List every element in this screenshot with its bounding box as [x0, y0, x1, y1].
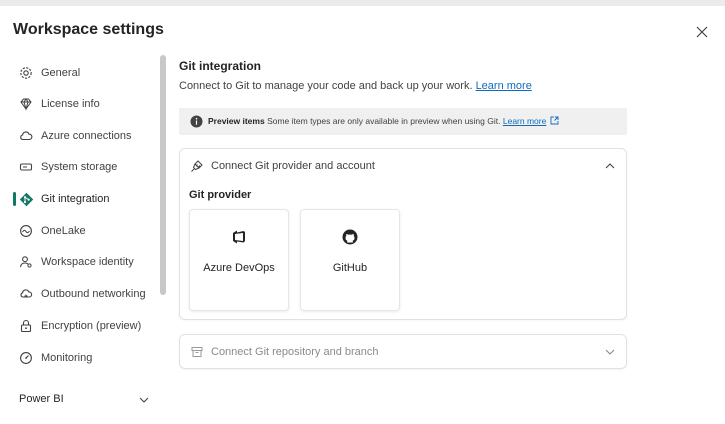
section-label: Power BI [19, 393, 64, 405]
settings-sidebar: General License info Azure connections S… [0, 55, 168, 424]
sidebar-item-label: License info [41, 98, 100, 110]
repository-icon [191, 347, 203, 357]
sidebar-item-label: System storage [41, 161, 118, 173]
power-bi-section-toggle[interactable]: Power BI [0, 388, 160, 414]
sidebar-item-label: Git integration [41, 193, 110, 205]
connect-repository-title: Connect Git repository and branch [211, 346, 379, 358]
top-bar [0, 0, 725, 6]
section-heading: Git integration [179, 59, 261, 73]
sidebar-item-encryption[interactable]: Encryption (preview) [0, 311, 160, 341]
learn-more-link[interactable]: Learn more [476, 80, 532, 92]
active-indicator [13, 192, 16, 206]
sidebar-item-label: Azure connections [41, 130, 132, 142]
external-link-icon[interactable] [550, 116, 559, 125]
gear-icon [18, 65, 34, 81]
close-button[interactable] [692, 22, 712, 42]
sidebar-item-general[interactable]: General [0, 58, 160, 88]
storage-icon [18, 159, 34, 175]
provider-label: GitHub [332, 262, 368, 274]
preview-text: Preview items Some item types are only a… [208, 116, 559, 126]
sidebar-item-label: Encryption (preview) [41, 320, 142, 332]
sidebar-scrollbar[interactable] [160, 55, 166, 295]
section-description: Connect to Git to manage your code and b… [179, 80, 532, 92]
connect-provider-header[interactable]: Connect Git provider and account [180, 149, 626, 183]
connect-repository-card: Connect Git repository and branch [179, 334, 627, 369]
sidebar-item-label: OneLake [41, 225, 86, 237]
identity-icon [18, 254, 34, 270]
preview-title: Preview items [208, 116, 265, 126]
github-icon [342, 229, 358, 245]
info-icon [190, 115, 203, 128]
git-provider-label: Git provider [189, 189, 252, 201]
description-text: Connect to Git to manage your code and b… [179, 80, 473, 92]
preview-banner: Preview items Some item types are only a… [179, 108, 627, 135]
sidebar-item-label: Monitoring [41, 352, 93, 364]
provider-label: Azure DevOps [203, 262, 275, 274]
connect-repository-header[interactable]: Connect Git repository and branch [180, 335, 626, 369]
preview-description: Some item types are only available in pr… [267, 116, 501, 126]
monitoring-icon [18, 350, 34, 366]
sidebar-item-label: General [41, 67, 81, 79]
connect-provider-title: Connect Git provider and account [211, 160, 375, 172]
plug-icon [191, 160, 203, 172]
dialog-title: Workspace settings [13, 21, 164, 38]
sidebar-item-onelake[interactable]: OneLake [0, 216, 160, 246]
provider-github[interactable]: GitHub [300, 209, 400, 311]
connect-provider-card: Connect Git provider and account Git pro… [179, 148, 627, 320]
onelake-icon [18, 223, 34, 239]
lock-icon [18, 318, 34, 334]
sidebar-item-label: Outbound networking [41, 288, 146, 300]
sidebar-item-workspace-identity[interactable]: Workspace identity [0, 247, 160, 277]
provider-azure-devops[interactable]: Azure DevOps [189, 209, 289, 311]
sidebar-item-license-info[interactable]: License info [0, 89, 160, 119]
sidebar-item-label: Workspace identity [41, 256, 134, 268]
chevron-down-icon [605, 349, 615, 355]
git-icon [18, 191, 34, 207]
cloud-icon [18, 128, 34, 144]
sidebar-item-outbound-networking[interactable]: Outbound networking [0, 279, 160, 309]
diamond-icon [18, 96, 34, 112]
sidebar-item-git-integration[interactable]: Git integration [0, 184, 160, 214]
cloud-network-icon [18, 286, 34, 302]
azure-devops-icon [233, 230, 245, 244]
preview-learn-more-link[interactable]: Learn more [503, 116, 546, 126]
chevron-down-icon [139, 397, 149, 403]
close-icon [696, 26, 708, 38]
sidebar-item-monitoring[interactable]: Monitoring [0, 343, 160, 373]
sidebar-item-azure-connections[interactable]: Azure connections [0, 121, 160, 151]
sidebar-item-system-storage[interactable]: System storage [0, 152, 160, 182]
chevron-up-icon [605, 163, 615, 169]
